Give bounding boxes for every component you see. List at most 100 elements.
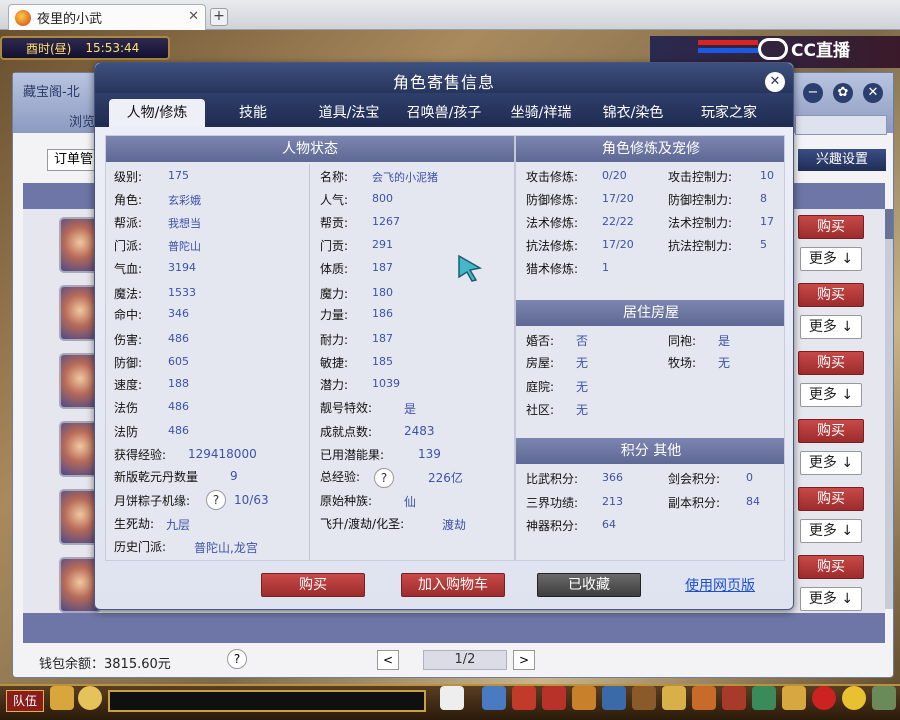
status-label: 人气:: [320, 193, 349, 207]
listing-buy-button[interactable]: 购买: [798, 487, 864, 511]
listing-buy-button[interactable]: 购买: [798, 351, 864, 375]
status-value: 486: [168, 424, 189, 437]
status-value: 9: [230, 469, 238, 483]
web-version-link[interactable]: 使用网页版: [685, 575, 755, 595]
status-value: 185: [372, 355, 393, 368]
listing-scrollbar[interactable]: [885, 209, 893, 609]
listing-buy-button[interactable]: 购买: [798, 215, 864, 239]
status-label: 月饼粽子机缘:: [114, 494, 191, 508]
status-value: 605: [168, 355, 189, 368]
favorited-button[interactable]: 已收藏: [537, 573, 641, 597]
status-label: 级别:: [114, 170, 143, 184]
smile-icon[interactable]: [842, 686, 866, 710]
help-icon[interactable]: ?: [227, 649, 247, 669]
modal-title: 角色寄售信息: [392, 73, 495, 92]
tab-outfit-dye[interactable]: 锦衣/染色: [593, 99, 673, 127]
listing-more-button[interactable]: 更多 ↓: [800, 247, 862, 271]
settings-gear-icon[interactable]: ✿: [833, 83, 853, 103]
emote-icon[interactable]: [78, 686, 102, 710]
friend-icon[interactable]: [752, 686, 776, 710]
system-icon[interactable]: [872, 686, 896, 710]
close-icon[interactable]: ✕: [765, 72, 785, 92]
status-value: 玄彩娥: [168, 194, 201, 207]
team-button[interactable]: 队伍: [6, 690, 44, 712]
status-value: 1039: [372, 377, 400, 390]
prev-page-button[interactable]: <: [377, 650, 399, 670]
alert-icon[interactable]: [812, 686, 836, 710]
cultivation-label: 防御控制力:: [668, 193, 733, 207]
status-label: 法防: [114, 425, 139, 439]
interest-settings-button[interactable]: 兴趣设置: [798, 149, 886, 171]
status-value: 九层: [166, 518, 191, 532]
next-page-button[interactable]: >: [513, 650, 535, 670]
quick-icon[interactable]: [722, 686, 746, 710]
character-info-panel: 人物状态 角色修炼及宠修 居住房屋 积分 其他 级别: 175 角色: 玄彩娥 帮派: 我…: [105, 135, 785, 561]
status-value: 139: [418, 447, 441, 461]
close-window-icon[interactable]: ✕: [863, 83, 883, 103]
status-label: 敏捷:: [320, 356, 349, 370]
chat-input[interactable]: [108, 690, 426, 712]
tab-character-cultivation[interactable]: 人物/修炼: [109, 99, 205, 127]
game-clock: 酉时(昼) 15:53:44: [0, 36, 170, 60]
cultivation-value: 1: [602, 261, 609, 274]
buy-button[interactable]: 购买: [261, 573, 365, 597]
listing-buy-button[interactable]: 购买: [798, 419, 864, 443]
status-label: 生死劫:: [114, 517, 155, 531]
new-tab-button[interactable]: +: [210, 8, 228, 26]
mooncake-help-icon[interactable]: ?: [206, 490, 226, 510]
tab-mounts-auspicious[interactable]: 坐骑/祥瑞: [501, 99, 581, 127]
points-value: 366: [602, 471, 623, 484]
tab-player-home[interactable]: 玩家之家: [689, 99, 769, 127]
status-value: 226亿: [428, 471, 463, 485]
listing-buy-button[interactable]: 购买: [798, 283, 864, 307]
listing-buy-button[interactable]: 购买: [798, 555, 864, 579]
gang-icon[interactable]: [692, 686, 716, 710]
status-value: 2483: [404, 424, 435, 438]
status-label: 力量:: [320, 308, 349, 322]
voice-icon[interactable]: [50, 686, 74, 710]
item-icon[interactable]: [512, 686, 536, 710]
tab-items-treasures[interactable]: 道具/法宝: [309, 99, 389, 127]
close-tab-icon[interactable]: ✕: [188, 9, 199, 24]
listing-more-button[interactable]: 更多 ↓: [800, 315, 862, 339]
cultivation-value: 17: [760, 215, 774, 228]
cultivation-label: 防御修炼:: [526, 193, 579, 207]
section-divider: [514, 136, 516, 560]
search-input[interactable]: [795, 115, 887, 135]
status-label: 靓号特效:: [320, 401, 373, 415]
tab-skills[interactable]: 技能: [223, 99, 283, 127]
section-housing-header: 居住房屋: [516, 300, 784, 326]
give-icon[interactable]: [542, 686, 566, 710]
mall-icon[interactable]: [782, 686, 806, 710]
add-to-cart-button[interactable]: 加入购物车: [401, 573, 505, 597]
section-status-header: 人物状态: [106, 136, 514, 162]
total-exp-help-icon[interactable]: ?: [374, 468, 394, 488]
listing-more-button[interactable]: 更多 ↓: [800, 383, 862, 407]
status-value: 1267: [372, 215, 400, 228]
status-label: 获得经验:: [114, 448, 167, 462]
tab-browse[interactable]: 浏览: [69, 111, 95, 130]
housing-label: 房屋:: [526, 356, 555, 370]
minimize-icon[interactable]: −: [803, 83, 823, 103]
pet-icon[interactable]: [440, 686, 464, 710]
trade-icon[interactable]: [572, 686, 596, 710]
status-label: 名称:: [320, 170, 349, 184]
tab-summons-children[interactable]: 召唤兽/孩子: [399, 99, 489, 127]
housing-label: 牧场:: [668, 356, 697, 370]
status-value: 仙: [404, 495, 417, 509]
team-icon[interactable]: [602, 686, 626, 710]
time-period: 酉时(昼): [26, 41, 72, 56]
housing-label: 婚否:: [526, 334, 555, 348]
wallet-balance: 钱包余额：3815.60元: [39, 657, 171, 672]
listing-more-button[interactable]: 更多 ↓: [800, 519, 862, 543]
browser-tab[interactable]: 夜里的小武 ✕: [8, 4, 206, 30]
points-label: 三界功绩:: [526, 496, 579, 510]
listing-more-button[interactable]: 更多 ↓: [800, 451, 862, 475]
housing-value: 无: [576, 403, 589, 417]
task-icon[interactable]: [662, 686, 686, 710]
listing-more-button[interactable]: 更多 ↓: [800, 587, 862, 611]
attack-icon[interactable]: [482, 686, 506, 710]
pet-menu-icon[interactable]: [632, 686, 656, 710]
cultivation-value: 17/20: [602, 238, 634, 251]
status-label: 气血:: [114, 262, 143, 276]
